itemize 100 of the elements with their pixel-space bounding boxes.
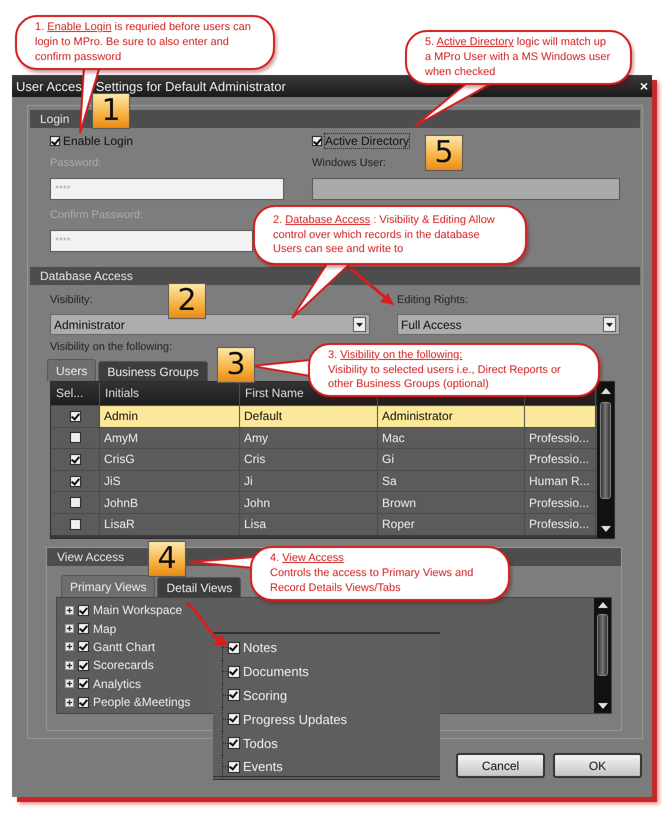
close-button[interactable]: × [640, 78, 648, 94]
table-cell: Professio... [529, 496, 590, 510]
checkbox[interactable] [228, 737, 240, 750]
callout-text: 5. Active Directory logic will match up a MPro User with a MS Windows user when checked [425, 35, 612, 80]
tree-item[interactable]: Main Workspace [93, 603, 182, 618]
checkbox[interactable] [78, 696, 89, 708]
tree-item[interactable]: Documents [243, 664, 309, 680]
table-cell: Cris [244, 452, 266, 466]
number-badge: 2 [168, 283, 206, 319]
checkbox[interactable] [228, 689, 240, 702]
table-cell: Default [244, 409, 282, 424]
field-label: Visibility: [50, 293, 93, 307]
dialog-button[interactable]: OK [553, 753, 642, 778]
column-header[interactable]: Sel... [56, 386, 84, 400]
checkbox[interactable] [312, 136, 322, 146]
table-cell: John [244, 496, 270, 510]
arrow [349, 266, 394, 305]
column-header[interactable]: First Name [245, 386, 304, 400]
tree-item[interactable]: Analytics [93, 676, 142, 691]
expand-icon[interactable] [65, 606, 74, 615]
table-cell: AmyM [104, 430, 138, 445]
table-row[interactable]: JiS Ji Sa Human R... [51, 470, 597, 492]
table-row[interactable]: AmyM Amy Mac Professio... [51, 426, 597, 448]
window-title: User Acces [16, 78, 82, 94]
field-label: Windows User: [312, 156, 386, 170]
table-cell: Administrator [382, 409, 453, 424]
dropdown-arrow-icon [356, 322, 363, 326]
checkbox[interactable] [70, 454, 80, 465]
table-row[interactable]: CrisG Cris Gi Professio... [51, 448, 597, 470]
table-cell: Professio... [529, 430, 590, 445]
column-header[interactable]: Initials [105, 386, 140, 400]
section-header: Database Access [30, 267, 640, 285]
tree-item[interactable]: Todos [243, 736, 278, 751]
field-label: Editing Rights: [397, 293, 468, 307]
checkbox[interactable] [70, 432, 80, 444]
scrollbar[interactable] [597, 382, 614, 538]
checkbox[interactable] [78, 623, 89, 634]
tree-item[interactable]: Scorecards [93, 658, 154, 672]
table-cell: JohnB [104, 496, 138, 510]
tree-item[interactable]: Notes [243, 640, 277, 656]
table-cell: LisaR [104, 517, 135, 532]
scroll-down-icon[interactable] [600, 526, 610, 532]
scroll-down-icon[interactable] [598, 703, 608, 709]
number-badge: 5 [425, 135, 463, 171]
arrow [185, 602, 229, 646]
expand-icon[interactable] [65, 624, 74, 634]
checkbox[interactable] [78, 678, 89, 690]
expand-icon[interactable] [65, 698, 74, 707]
editing-rights-dropdown[interactable]: Full Access [397, 314, 620, 335]
checkbox[interactable] [228, 713, 240, 726]
tab[interactable]: Primary Views [61, 575, 156, 597]
field-label: Visibility on the following: [50, 340, 172, 354]
scroll-up-icon[interactable] [600, 388, 610, 394]
scrollbar[interactable] [594, 598, 611, 713]
tree-item[interactable]: Events [243, 759, 283, 774]
checkbox[interactable] [50, 136, 60, 146]
table-cell: Ji [244, 474, 253, 488]
table-cell: Professio... [529, 452, 590, 466]
tab[interactable]: Business Groups [98, 361, 208, 381]
checkbox[interactable] [70, 497, 80, 508]
table-row[interactable]: LisaR Lisa Roper Professio... [51, 512, 597, 535]
tab[interactable]: Users [47, 359, 96, 381]
table-cell: Lisa [244, 517, 266, 532]
table-row[interactable]: JohnB John Brown Professio... [51, 491, 597, 513]
checkbox-label: Enable Login [63, 134, 134, 148]
window-title: Settings for Default Administrator [96, 78, 286, 94]
tab[interactable]: Detail Views [157, 577, 242, 597]
callout-text: 1. Enable Login is requried before users can login to MPro. Be sure to also enter and confirm password [35, 20, 252, 65]
table-cell: Roper [382, 517, 415, 532]
checkbox[interactable] [78, 604, 89, 616]
table-cell: Professio... [529, 517, 590, 532]
checkbox[interactable] [70, 476, 80, 487]
checkbox[interactable] [228, 642, 240, 654]
tree-item[interactable]: Scoring [243, 688, 288, 703]
expand-icon[interactable] [65, 642, 74, 652]
checkbox[interactable] [70, 410, 80, 422]
checkbox[interactable] [78, 641, 89, 652]
tree-item[interactable]: Gantt Chart [93, 640, 156, 654]
checkbox[interactable] [228, 666, 240, 678]
expand-icon[interactable] [65, 679, 74, 688]
checkbox[interactable] [70, 518, 80, 530]
dialog-button[interactable]: Cancel [456, 753, 545, 778]
expand-icon[interactable] [65, 660, 74, 670]
number-badge: 3 [217, 347, 255, 383]
checkbox[interactable] [78, 660, 89, 671]
callout-text: 3. Visibility on the following: Visibility to selected users i.e., Direct Reports or other Business Groups (optional) [328, 348, 562, 392]
scroll-up-icon[interactable] [598, 602, 608, 608]
table-cell: Human R... [529, 474, 590, 488]
table-row[interactable]: Admin Default Administrator [51, 405, 597, 427]
table-cell: CrisG [104, 452, 135, 466]
tree-item[interactable]: People &Meetings [93, 695, 190, 710]
checkbox-label: Active Directory [325, 134, 410, 148]
tree-item[interactable]: Progress Updates [243, 712, 348, 727]
table-cell: JiS [104, 474, 121, 488]
checkbox[interactable] [228, 760, 240, 773]
table-cell: Amy [244, 430, 268, 445]
visibility-dropdown[interactable]: Administrator [50, 314, 370, 335]
table-cell: Gi [382, 452, 394, 466]
tree-item[interactable]: Map [93, 622, 116, 636]
table-cell: Sa [382, 474, 397, 488]
